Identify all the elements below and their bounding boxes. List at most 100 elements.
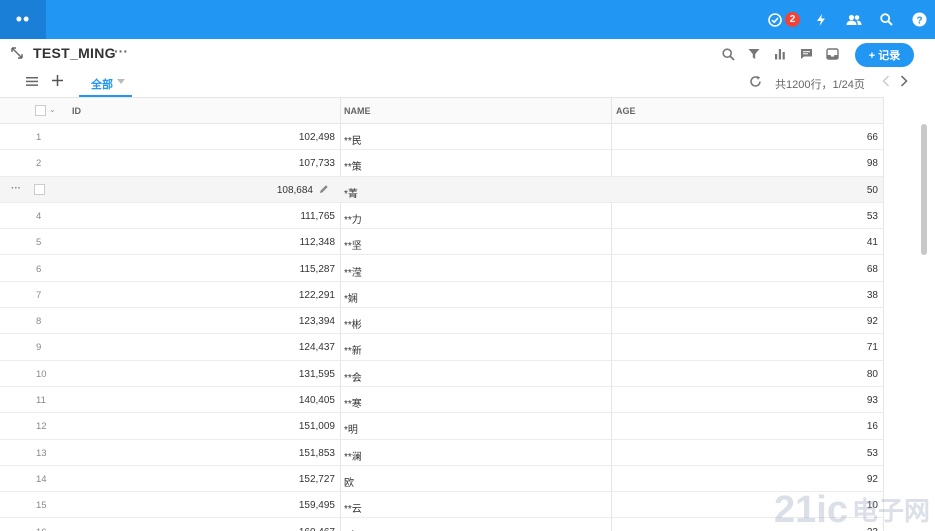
table-row[interactable]: 1 102,498 **民 66 bbox=[0, 124, 883, 151]
table-row[interactable]: 14 152,727 欧 92 bbox=[0, 466, 883, 493]
table-row[interactable]: 2 107,733 **策 98 bbox=[0, 150, 883, 177]
column-header-age[interactable]: AGE bbox=[616, 98, 636, 124]
cell-id[interactable]: 152,727 bbox=[299, 474, 335, 485]
global-search-button[interactable] bbox=[870, 0, 903, 39]
tasks-button[interactable]: 2 bbox=[764, 0, 804, 39]
row-number: 1 bbox=[36, 132, 42, 143]
cell-name[interactable]: **滢 bbox=[344, 264, 362, 279]
column-header-name[interactable]: NAME bbox=[344, 98, 371, 124]
tab-all[interactable]: 全部 bbox=[79, 69, 132, 97]
comment-button[interactable] bbox=[793, 43, 819, 65]
row-checkbox[interactable] bbox=[34, 183, 45, 195]
cell-id[interactable]: 160,467 bbox=[299, 527, 335, 531]
column-header-id[interactable]: ID bbox=[72, 98, 81, 124]
cell-name[interactable]: *明 bbox=[344, 421, 358, 436]
table-row[interactable]: 16160,467*亮23 bbox=[0, 519, 883, 531]
cell-id[interactable]: 124,437 bbox=[299, 342, 335, 353]
cell-name[interactable]: *亮 bbox=[344, 527, 358, 531]
add-record-button[interactable]: + 记录 bbox=[855, 43, 914, 67]
view-list-icon[interactable] bbox=[26, 76, 38, 87]
cell-age[interactable]: 68 bbox=[867, 264, 878, 275]
table-row[interactable]: 6 115,287 **滢 68 bbox=[0, 256, 883, 282]
sheet-title: TEST_MING bbox=[33, 45, 116, 61]
cell-name[interactable]: **彬 bbox=[344, 316, 362, 331]
cell-id[interactable]: 159,495 bbox=[299, 500, 335, 511]
row-number: 15 bbox=[36, 500, 47, 512]
cell-id[interactable]: 151,009 bbox=[299, 421, 335, 432]
pencil-icon[interactable] bbox=[319, 184, 329, 194]
cell-age[interactable]: 41 bbox=[867, 237, 878, 248]
table-row[interactable]: ··· 108,684 *菁 50 bbox=[0, 176, 883, 203]
table-row[interactable]: 13 151,853 **澜 53 bbox=[0, 440, 883, 466]
row-more-button[interactable]: ··· bbox=[11, 183, 21, 194]
cell-name[interactable]: **民 bbox=[344, 132, 362, 147]
table-row[interactable]: 8 123,394 **彬 92 bbox=[0, 308, 883, 335]
cell-age[interactable]: 53 bbox=[867, 448, 878, 459]
cell-id[interactable]: 108,684 bbox=[277, 185, 313, 196]
cell-name[interactable]: *娴 bbox=[344, 290, 358, 305]
cell-name[interactable]: **寒 bbox=[344, 395, 362, 410]
cell-age[interactable]: 71 bbox=[867, 342, 878, 353]
chevron-left-icon[interactable] bbox=[882, 75, 890, 87]
table-row[interactable]: 11 140,405 **寒 93 bbox=[0, 387, 883, 414]
table-row[interactable]: 9 124,437 **新 71 bbox=[0, 334, 883, 361]
cell-age[interactable]: 98 bbox=[867, 158, 878, 169]
select-all-checkbox[interactable] bbox=[35, 105, 46, 116]
cell-age[interactable]: 80 bbox=[867, 369, 878, 380]
cell-age[interactable]: 66 bbox=[867, 132, 878, 143]
cell-id[interactable]: 131,595 bbox=[299, 369, 335, 380]
cell-name[interactable]: **策 bbox=[344, 158, 362, 173]
flash-button[interactable] bbox=[804, 0, 838, 39]
cell-name[interactable]: **坚 bbox=[344, 237, 362, 252]
cell-age[interactable]: 38 bbox=[867, 290, 878, 301]
cell-age[interactable]: 50 bbox=[867, 185, 878, 196]
row-number: 13 bbox=[36, 447, 47, 459]
cell-age[interactable]: 92 bbox=[867, 316, 878, 327]
table-row[interactable]: 10 131,595 **会 80 bbox=[0, 361, 883, 387]
top-icons: 2 ? bbox=[764, 0, 935, 39]
cell-name[interactable]: **新 bbox=[344, 342, 362, 357]
cell-id[interactable]: 102,498 bbox=[299, 132, 335, 143]
row-number: 2 bbox=[36, 158, 42, 170]
table-row[interactable]: 12 151,009 *明 16 bbox=[0, 413, 883, 440]
svg-text:?: ? bbox=[916, 15, 922, 26]
add-view-icon[interactable] bbox=[51, 74, 64, 87]
chevron-right-icon[interactable] bbox=[900, 75, 908, 87]
chevron-down-icon[interactable] bbox=[117, 79, 125, 84]
contacts-button[interactable] bbox=[838, 0, 870, 39]
filter-button[interactable] bbox=[741, 43, 767, 65]
title-more-button[interactable]: ··· bbox=[114, 43, 128, 59]
cell-name[interactable]: **会 bbox=[344, 369, 362, 384]
cell-id[interactable]: 107,733 bbox=[299, 158, 335, 169]
cell-name[interactable]: **云 bbox=[344, 500, 362, 515]
cell-id[interactable]: 151,853 bbox=[299, 448, 335, 459]
table-row[interactable]: 5 112,348 **坚 41 bbox=[0, 229, 883, 256]
table-row[interactable]: 4 111,765 **力 53 bbox=[0, 203, 883, 230]
cell-id[interactable]: 111,765 bbox=[300, 211, 335, 222]
cell-id[interactable]: 112,348 bbox=[300, 237, 335, 248]
cell-id[interactable]: 122,291 bbox=[299, 290, 335, 301]
app-menu-button[interactable]: •• bbox=[0, 0, 46, 39]
expand-icon[interactable] bbox=[11, 47, 23, 59]
refresh-icon[interactable] bbox=[749, 75, 762, 88]
comment-icon bbox=[800, 49, 812, 59]
cell-age[interactable]: 53 bbox=[867, 211, 878, 222]
cell-id[interactable]: 140,405 bbox=[299, 395, 335, 406]
cell-id[interactable]: 123,394 bbox=[299, 316, 335, 327]
cell-name[interactable]: **力 bbox=[344, 211, 362, 226]
cell-name[interactable]: **澜 bbox=[344, 448, 362, 463]
cell-id[interactable]: 115,287 bbox=[300, 264, 335, 275]
vertical-scrollbar[interactable] bbox=[921, 124, 927, 255]
inbox-button[interactable] bbox=[819, 43, 845, 65]
search-button[interactable] bbox=[715, 43, 741, 65]
chart-button[interactable] bbox=[767, 43, 793, 65]
help-button[interactable]: ? bbox=[903, 0, 935, 39]
search-icon bbox=[721, 47, 735, 61]
cell-name[interactable]: *菁 bbox=[344, 185, 358, 200]
cell-age[interactable]: 16 bbox=[867, 421, 878, 432]
table-row[interactable]: 15 159,495 **云 10 bbox=[0, 492, 883, 519]
chevron-down-icon[interactable]: ⌄ bbox=[49, 105, 56, 114]
cell-age[interactable]: 93 bbox=[867, 395, 878, 406]
table-row[interactable]: 7 122,291 *娴 38 bbox=[0, 282, 883, 309]
cell-name[interactable]: 欧 bbox=[344, 474, 354, 489]
